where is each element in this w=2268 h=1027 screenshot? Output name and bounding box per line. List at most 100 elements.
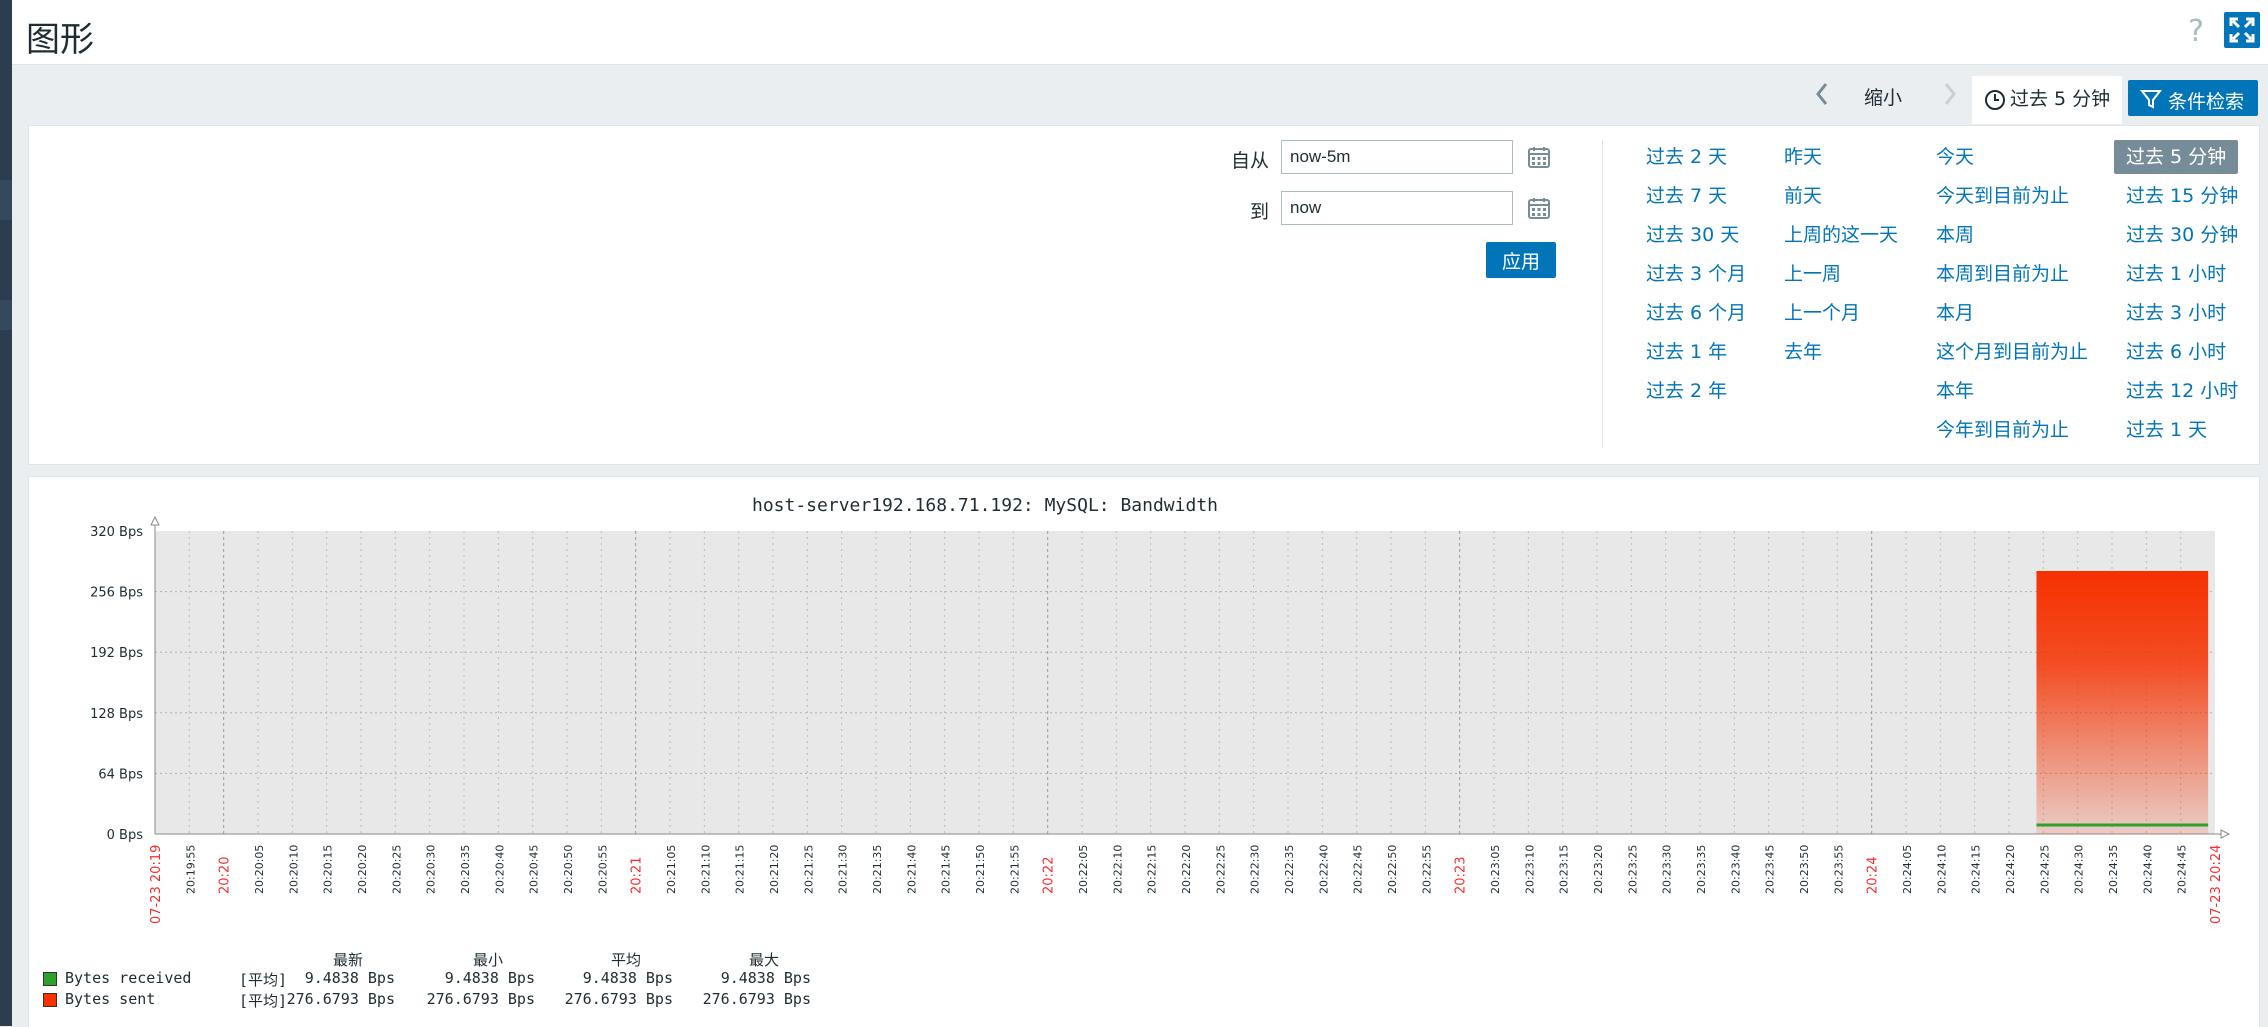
chart-title: host-server192.168.71.192: MySQL: Bandwi…: [752, 495, 1218, 516]
legend-row: Bytes received [平均] 9.4838 Bps 9.4838 Bps 9.…: [43, 969, 943, 989]
quick-range-link[interactable]: 上一个月: [1784, 300, 1898, 339]
to-label: 到: [1250, 201, 1270, 223]
x-tick-label: 20:20:45: [528, 845, 541, 894]
x-tick-label: 20:21:20: [768, 845, 781, 894]
time-period-tab[interactable]: 过去 5 分钟: [1972, 76, 2122, 124]
legend-value: 9.4838 Bps: [444, 969, 535, 987]
x-tick-label: 20:22:35: [1283, 845, 1296, 894]
x-tick-label: 20:24:20: [2004, 845, 2017, 894]
x-tick-label: 20:24:35: [2107, 845, 2120, 894]
quick-range-link[interactable]: 过去 1 小时: [2126, 261, 2238, 300]
question-mark-icon[interactable]: ?: [2188, 14, 2204, 49]
x-tick-label: 20:22:30: [1249, 845, 1262, 894]
x-tick-label: 20:21:35: [871, 845, 884, 894]
quick-range-link[interactable]: 过去 6 个月: [1646, 300, 1746, 339]
legend-value: 9.4838 Bps: [582, 969, 673, 987]
x-tick-label: 20:20:20: [356, 845, 369, 894]
filter-tab-label: 条件检索: [2168, 91, 2245, 113]
x-tick-label: 20:20:30: [425, 845, 438, 894]
x-tick-label: 20:19:55: [184, 845, 197, 894]
legend-swatch: [43, 972, 57, 986]
quick-range-link[interactable]: 本周到目前为止: [1936, 261, 2088, 300]
x-tick-label: 20:22:40: [1317, 845, 1330, 894]
quick-range-link[interactable]: 去年: [1784, 339, 1898, 378]
quick-range-link[interactable]: 过去 12 小时: [2126, 378, 2238, 417]
x-tick-label: 20:20:35: [459, 845, 472, 894]
x-tick-label: 20:23:20: [1592, 845, 1605, 894]
x-tick-label: 20:23:45: [1764, 845, 1777, 894]
quick-range-link[interactable]: 过去 1 年: [1646, 339, 1746, 378]
quick-range-link[interactable]: 过去 2 天: [1646, 144, 1746, 183]
legend-row: Bytes sent [平均] 276.6793 Bps 276.6793 Bps 27…: [43, 990, 943, 1010]
graph-panel: host-server192.168.71.192: MySQL: Bandwi…: [28, 476, 2260, 1027]
x-tick-label: 20:22:10: [1111, 845, 1124, 894]
quick-range-link[interactable]: 本周: [1936, 222, 2088, 261]
chevron-left-icon[interactable]: [1812, 80, 1832, 108]
x-tick-label: 20:22:45: [1352, 845, 1365, 894]
quick-range-link[interactable]: 今年到目前为止: [1936, 417, 2088, 456]
y-tick-label: 128 Bps: [90, 707, 143, 722]
quick-range-link[interactable]: 过去 2 年: [1646, 378, 1746, 417]
x-tick-label: 20:22:50: [1386, 845, 1399, 894]
quick-range-link[interactable]: 过去 15 分钟: [2126, 183, 2238, 222]
calendar-icon[interactable]: [1527, 196, 1551, 220]
x-tick-label: 20:23:10: [1523, 845, 1536, 894]
y-tick-label: 64 Bps: [98, 767, 143, 782]
quick-range-link[interactable]: 上周的这一天: [1784, 222, 1898, 261]
x-tick-label: 20:24:10: [1935, 845, 1948, 894]
calendar-icon[interactable]: [1527, 145, 1551, 169]
x-tick-label: 20:20: [218, 857, 233, 894]
legend-function: [平均]: [239, 992, 288, 1010]
x-start-label: 07-23 20:19: [149, 845, 164, 924]
x-tick-label: 20:20:55: [596, 845, 609, 894]
quick-range-link[interactable]: 今天到目前为止: [1936, 183, 2088, 222]
x-tick-label: 20:22:25: [1214, 845, 1227, 894]
x-tick-label: 20:22:15: [1146, 845, 1159, 894]
quick-range-link[interactable]: 今天: [1936, 144, 2088, 183]
quick-range-link[interactable]: 过去 7 天: [1646, 183, 1746, 222]
x-tick-label: 20:23:05: [1489, 845, 1502, 894]
quick-range-link[interactable]: 过去 30 天: [1646, 222, 1746, 261]
filter-tab[interactable]: 条件检索: [2128, 80, 2258, 116]
quick-range-link[interactable]: 昨天: [1784, 144, 1898, 183]
x-tick-label: 20:20:05: [253, 845, 266, 894]
legend-value: 276.6793 Bps: [702, 990, 811, 1008]
chevron-right-icon[interactable]: [1940, 80, 1960, 108]
x-tick-label: 20:23:40: [1729, 845, 1742, 894]
from-input[interactable]: [1281, 140, 1513, 174]
quick-range-link[interactable]: 过去 30 分钟: [2126, 222, 2238, 261]
zoom-out-button[interactable]: 缩小: [1864, 83, 1902, 110]
x-tick-label: 20:20:50: [562, 845, 575, 894]
quick-range-link[interactable]: 过去 1 天: [2126, 417, 2238, 456]
quick-range-link[interactable]: 上一周: [1784, 261, 1898, 300]
to-input[interactable]: [1281, 191, 1513, 225]
x-tick-label: 20:21:40: [905, 845, 918, 894]
time-filter-tabbar: 缩小 过去 5 分钟 条件检索: [12, 64, 2268, 124]
quick-range-link[interactable]: 前天: [1784, 183, 1898, 222]
left-sidebar-strip: [0, 0, 12, 1026]
quick-range-link[interactable]: 过去 6 小时: [2126, 339, 2238, 378]
quick-range-link[interactable]: 本月: [1936, 300, 2088, 339]
apply-button[interactable]: 应用: [1486, 242, 1556, 278]
fullscreen-icon: [2229, 17, 2255, 43]
x-tick-label: 20:21:15: [734, 845, 747, 894]
legend-series-name: Bytes sent: [65, 990, 156, 1008]
x-end-label: 07-23 20:24: [2209, 845, 2224, 924]
x-tick-label: 20:24:30: [2073, 845, 2086, 894]
time-filter-panel: 自从 到 应用 过去 2 天过去 7 天过去 30 天过去 3 个月过去 6 个…: [28, 125, 2260, 465]
quick-range-link[interactable]: 这个月到目前为止: [1936, 339, 2088, 378]
x-tick-label: 20:21:55: [1008, 845, 1021, 894]
y-tick-label: 0 Bps: [107, 828, 144, 843]
x-tick-label: 20:20:40: [493, 845, 506, 894]
sidebar-shade: [0, 180, 12, 220]
y-tick-label: 320 Bps: [90, 525, 143, 540]
quick-range-link[interactable]: 本年: [1936, 378, 2088, 417]
fullscreen-button[interactable]: [2224, 12, 2260, 48]
bytes-sent-area: [2036, 572, 2209, 834]
x-tick-label: 20:23:35: [1695, 845, 1708, 894]
page-title: 图形: [26, 20, 94, 60]
quick-range-link[interactable]: 过去 3 小时: [2126, 300, 2238, 339]
x-tick-label: 20:23:30: [1661, 845, 1674, 894]
quick-range-link[interactable]: 过去 3 个月: [1646, 261, 1746, 300]
quick-range-link[interactable]: 过去 5 分钟: [2114, 140, 2239, 174]
